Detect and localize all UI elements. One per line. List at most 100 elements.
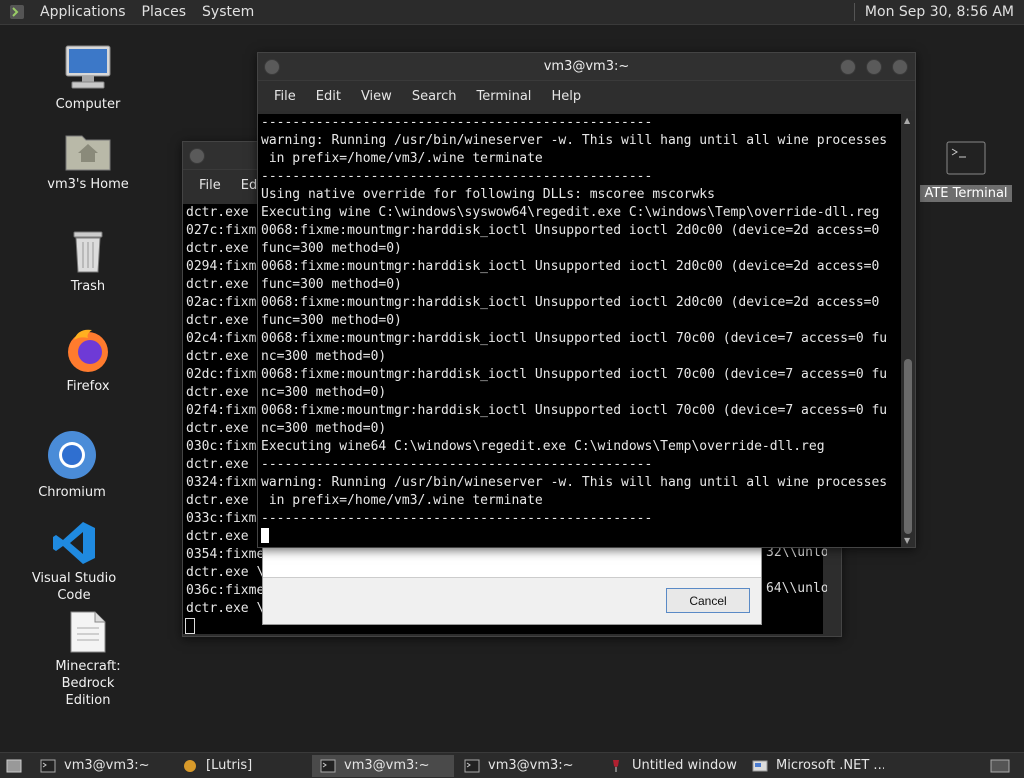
menu-search[interactable]: Search [402, 89, 467, 104]
terminal-line: nc=300 method=0) [261, 421, 387, 436]
wine-progress-dialog[interactable]: Cancel [262, 538, 762, 625]
mate-logo-icon[interactable] [8, 3, 26, 21]
show-desktop-button[interactable] [0, 755, 30, 777]
clock[interactable]: Mon Sep 30, 8:56 AM [865, 4, 1014, 20]
cancel-button[interactable]: Cancel [666, 588, 750, 613]
wine-icon [613, 759, 619, 772]
terminal-line: ----------------------------------------… [261, 457, 653, 472]
trash-icon [73, 231, 103, 273]
scroll-down-icon[interactable]: ▼ [904, 536, 910, 545]
desktop-icon-vscode[interactable]: Visual Studio Code [14, 520, 134, 604]
terminal-line: Executing wine64 C:\windows\regedit.exe … [261, 439, 825, 454]
menubar: File Edit View Search Terminal Help [258, 81, 915, 111]
menu-terminal[interactable]: Terminal [466, 89, 541, 104]
desktop-icon-home[interactable]: vm3's Home [28, 128, 148, 193]
home-folder-icon [65, 135, 111, 171]
minimize-button[interactable] [840, 59, 856, 75]
taskbar-item[interactable]: Untitled window [600, 755, 742, 777]
taskbar-item[interactable]: [Lutris] [174, 755, 310, 777]
menu-file[interactable]: File [264, 89, 306, 104]
window-menu-button[interactable] [264, 59, 280, 75]
lutris-icon [184, 759, 196, 772]
taskbar-item[interactable]: vm3@vm3:~ [32, 755, 172, 777]
window-titlebar[interactable]: vm3@vm3:~ [258, 53, 915, 81]
terminal-prompt-line [261, 528, 898, 546]
system-menu[interactable]: System [194, 4, 262, 20]
applications-menu[interactable]: Applications [32, 4, 134, 20]
panel-separator [853, 3, 855, 21]
firefox-icon [68, 329, 108, 372]
desktop-icon-label: Firefox [66, 379, 110, 394]
menu-view[interactable]: View [351, 89, 402, 104]
scroll-up-icon[interactable]: ▲ [904, 116, 910, 125]
main-terminal-window[interactable]: vm3@vm3:~ File Edit View Search Terminal… [257, 52, 916, 548]
scrollbar-thumb[interactable] [904, 359, 912, 534]
terminal-line: in prefix=/home/vm3/.wine terminate [261, 493, 543, 508]
terminal-line: 0068:fixme:mountmgr:harddisk_ioctl Unsup… [261, 259, 880, 274]
taskbar-item-label: Untitled window [632, 758, 737, 773]
desktop-icon-label: Chromium [38, 485, 106, 500]
terminal-line: 0068:fixme:mountmgr:harddisk_ioctl Unsup… [261, 403, 888, 418]
vertical-scrollbar[interactable]: ▲ ▼ [901, 114, 915, 547]
desktop-icon-chromium[interactable]: Chromium [12, 430, 132, 501]
desktop-icon-label: vm3's Home [47, 177, 129, 192]
installer-icon [752, 760, 768, 771]
terminal-icon [464, 759, 480, 772]
terminal-line: 0068:fixme:mountmgr:harddisk_ioctl Unsup… [261, 223, 880, 238]
desktop-icon-minecraft[interactable]: Minecraft: Bedrock Edition [28, 610, 148, 709]
computer-icon [65, 45, 111, 89]
terminal-output[interactable]: ----------------------------------------… [258, 114, 901, 547]
terminal-line: ----------------------------------------… [261, 169, 653, 184]
taskbar-item-label: vm3@vm3:~ [344, 758, 430, 773]
window-menu-button[interactable] [189, 148, 205, 164]
terminal-line: ----------------------------------------… [261, 115, 653, 130]
taskbar-item[interactable]: vm3@vm3:~ [456, 755, 598, 777]
terminal-line: 0068:fixme:mountmgr:harddisk_ioctl Unsup… [261, 295, 880, 310]
terminal-line: func=300 method=0) [261, 241, 402, 256]
top-panel: Applications Places System Mon Sep 30, 8… [0, 0, 1024, 25]
bottom-panel: vm3@vm3:~ [Lutris] vm3@vm3:~ vm3@vm3:~ Untit… [0, 752, 1024, 778]
vscode-icon [53, 522, 95, 564]
taskbar-item-label: vm3@vm3:~ [64, 758, 150, 773]
desktop-icon-label: Minecraft: Bedrock Edition [55, 659, 121, 708]
desktop-icon-label: Computer [55, 97, 121, 112]
close-button[interactable] [892, 59, 908, 75]
terminal-icon [946, 141, 986, 175]
menu-edit[interactable]: Edit [306, 89, 351, 104]
show-desktop-icon [6, 759, 22, 772]
terminal-line: func=300 method=0) [261, 277, 402, 292]
desktop-icon-firefox[interactable]: Firefox [28, 326, 148, 395]
terminal-cursor [185, 618, 195, 634]
chromium-icon [48, 431, 96, 479]
terminal-cursor [261, 528, 269, 543]
maximize-button[interactable] [866, 59, 882, 75]
terminal-line: Executing wine C:\windows\syswow64\reged… [261, 205, 880, 220]
desktop-icon-label: Visual Studio Code [31, 571, 117, 603]
terminal-line: nc=300 method=0) [261, 385, 387, 400]
taskbar-item-label: [Lutris] [206, 758, 253, 773]
terminal-line: 0068:fixme:mountmgr:harddisk_ioctl Unsup… [261, 367, 888, 382]
terminal-line: 0068:fixme:mountmgr:harddisk_ioctl Unsup… [261, 331, 888, 346]
menu-file[interactable]: File [189, 178, 231, 193]
taskbar-item[interactable]: vm3@vm3:~ [312, 754, 454, 777]
workspace-icon [990, 759, 1010, 772]
desktop-icon-trash[interactable]: Trash [28, 228, 148, 295]
terminal-line: Using native override for following DLLs… [261, 187, 715, 202]
desktop-icon-computer[interactable]: Computer [28, 44, 148, 113]
desktop-icon-label: Trash [70, 279, 106, 294]
terminal-line: nc=300 method=0) [261, 349, 387, 364]
document-icon [70, 611, 106, 653]
terminal-icon [320, 759, 336, 772]
menu-help[interactable]: Help [541, 89, 591, 104]
terminal-line: ----------------------------------------… [261, 511, 653, 526]
terminal-icon [40, 759, 56, 772]
taskbar-item-label: vm3@vm3:~ [488, 758, 574, 773]
desktop-icon-label: ATE Terminal [920, 185, 1012, 202]
desktop-icon-mate-terminal[interactable]: ATE Terminal [916, 141, 1016, 202]
workspace-switcher[interactable] [984, 755, 1018, 777]
terminal-line: func=300 method=0) [261, 313, 402, 328]
places-menu[interactable]: Places [134, 4, 195, 20]
taskbar-item[interactable]: Microsoft .NET ... [744, 755, 884, 777]
terminal-line: warning: Running /usr/bin/wineserver -w.… [261, 475, 888, 490]
taskbar-item-label: Microsoft .NET ... [776, 758, 884, 773]
